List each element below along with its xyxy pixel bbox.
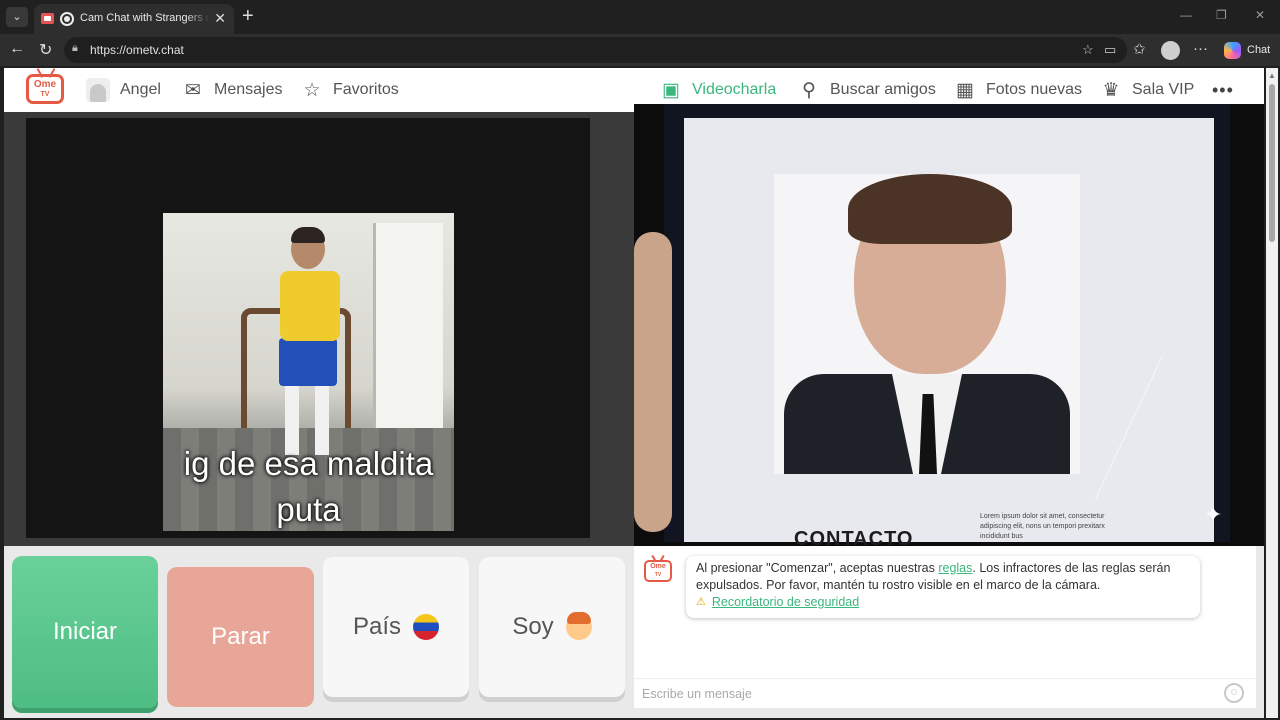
stranger-video: ig de esa maldita puta (4, 112, 634, 546)
browser-tab-bar: ⌄ Cam Chat with Strangers on O ✕ + — ❐ ✕ (0, 0, 1280, 34)
stop-button[interactable]: Parar (167, 567, 314, 707)
nav-favorites-label: Favoritos (333, 81, 399, 98)
vip-figure-icon: ♛ (1102, 79, 1120, 101)
emoji-icon[interactable]: ☺ (1224, 683, 1244, 703)
back-arrow-icon[interactable]: ← (9, 40, 25, 58)
meme-caption-line1: ig de esa maldita (183, 445, 434, 482)
notice-text: Al presionar "Comenzar", aceptas nuestra… (696, 560, 1190, 594)
ometv-chat-logo: Ome TV (644, 554, 672, 582)
new-tab-icon[interactable]: + (242, 5, 254, 28)
logo-text-tv: TV (40, 91, 50, 98)
venezuela-flag-icon (413, 614, 440, 640)
nav-new-photos-label: Fotos nuevas (986, 81, 1083, 98)
scrollbar-thumb[interactable] (1269, 84, 1275, 242)
tv-icon: ▣ (662, 79, 680, 101)
chat-logo-text-tv: TV (654, 572, 662, 578)
sparkle-icon: ✦ (1204, 502, 1223, 527)
system-notice: Al presionar "Comenzar", aceptas nuestra… (686, 556, 1200, 618)
favorites-bar-icon[interactable]: ✩ (1133, 40, 1146, 58)
nav-profile-label: Angel (120, 81, 161, 98)
start-button[interactable]: Iniciar (12, 556, 158, 708)
camera-in-use-icon[interactable]: ▭ (1104, 42, 1116, 58)
small-body-text: Lorem ipsum dolor sit amet, consectetur … (980, 513, 1105, 540)
nav-favorites[interactable]: ☆ Favoritos (301, 68, 399, 112)
warning-icon: ⚠ (696, 596, 706, 608)
gender-button[interactable]: Soy (479, 557, 625, 697)
meme-caption: ig de esa maldita puta (163, 441, 454, 531)
more-menu-icon[interactable]: ··· (1193, 40, 1208, 57)
ometv-page: Ome TV Angel ✉ Mensajes ☆ Favoritos ▣ Vi… (4, 68, 1264, 718)
maximize-icon[interactable]: ❐ (1216, 8, 1227, 22)
ometv-logo[interactable]: Ome TV (26, 68, 64, 104)
site-favicon-icon (41, 13, 54, 24)
photo-frame-icon: ▦ (956, 79, 974, 101)
address-bar[interactable]: 🔒︎ https://ometv.chat ☆ ▭ (64, 37, 1127, 63)
nav-messages-label: Mensajes (214, 81, 283, 98)
logo-text-ome: Ome (33, 79, 57, 90)
favorite-star-icon[interactable]: ☆ (1082, 42, 1094, 58)
nav-video-chat-label: Videocharla (692, 81, 777, 98)
nav-find-friends-label: Buscar amigos (830, 81, 936, 98)
more-options-icon[interactable]: ••• (1212, 80, 1234, 101)
country-button[interactable]: País (323, 557, 469, 697)
recording-indicator-icon (60, 12, 74, 26)
browser-tab[interactable]: Cam Chat with Strangers on O ✕ (34, 4, 234, 34)
magnifier-icon: ⚲ (802, 79, 816, 101)
close-tab-icon[interactable]: ✕ (214, 10, 226, 27)
notice-text-part1: Al presionar "Comenzar", aceptas nuestra… (696, 561, 939, 575)
tab-title: Cam Chat with Strangers on O (80, 12, 210, 26)
chat-logo-text-ome: Ome (650, 563, 666, 570)
envelope-icon: ✉ (185, 79, 201, 101)
message-input-row: ☺ (634, 678, 1256, 708)
rules-link[interactable]: reglas (938, 561, 972, 575)
copilot-icon[interactable] (1224, 42, 1241, 59)
address-toolbar: ← ↻ 🔒︎ https://ometv.chat ☆ ▭ ✩ ··· (0, 34, 1280, 66)
profile-avatar-icon[interactable] (1161, 41, 1180, 60)
tab-list-chevron-icon[interactable]: ⌄ (6, 7, 28, 27)
reload-icon[interactable]: ↻ (39, 40, 52, 60)
nav-vip-room-label: Sala VIP (1132, 81, 1195, 98)
copilot-chat-button[interactable]: Chat (1247, 44, 1270, 56)
page-scrollbar[interactable]: ▲ (1266, 68, 1278, 718)
user-avatar-icon (86, 78, 110, 102)
nav-profile[interactable]: Angel (86, 68, 161, 112)
boy-face-icon (565, 612, 592, 640)
minimize-icon[interactable]: — (1180, 8, 1192, 22)
site-info-icon[interactable]: 🔒︎ (72, 42, 86, 56)
country-label: País (352, 613, 402, 640)
message-input[interactable] (642, 685, 1212, 703)
chat-panel: Ome TV Al presionar "Comenzar", aceptas … (634, 546, 1256, 708)
own-camera-video: CONTACTO Lorem ipsum dolor sit amet, con… (634, 104, 1264, 550)
close-window-icon[interactable]: ✕ (1255, 8, 1265, 22)
phone-in-camera-image: CONTACTO Lorem ipsum dolor sit amet, con… (664, 104, 1254, 550)
safety-reminder-link[interactable]: Recordatorio de seguridad (712, 594, 859, 611)
scroll-up-arrow-icon[interactable]: ▲ (1268, 71, 1276, 80)
gender-label: Soy (512, 613, 554, 640)
chat-controls: Iniciar Parar País Soy (4, 546, 634, 718)
meme-caption-line2: puta (276, 491, 341, 528)
stranger-video-image: ig de esa maldita puta (163, 213, 454, 531)
safety-reminder-row: ⚠ Recordatorio de seguridad (696, 594, 1190, 611)
star-icon: ☆ (303, 79, 321, 101)
url-text: https://ometv.chat (90, 43, 184, 57)
nav-messages[interactable]: ✉ Mensajes (182, 68, 282, 112)
